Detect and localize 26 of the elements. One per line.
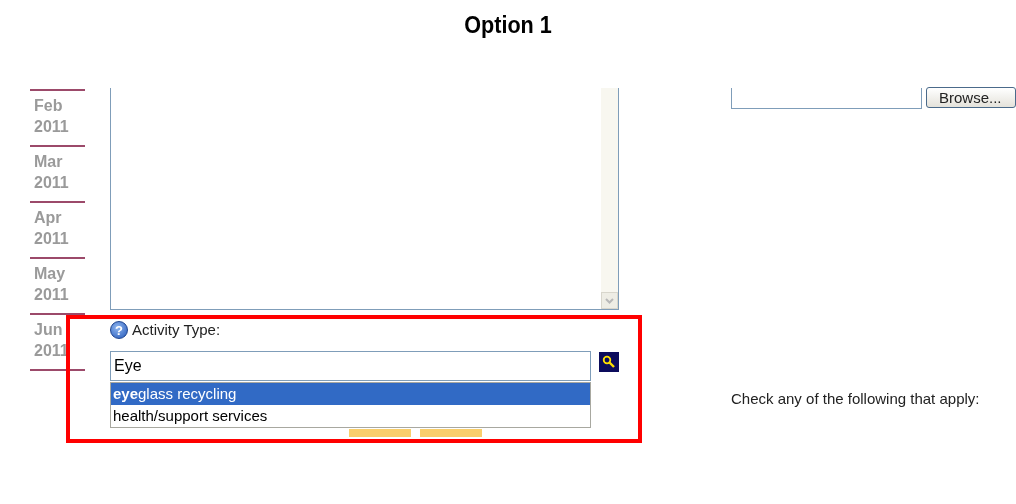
partial-button[interactable] [349, 428, 411, 437]
year-label[interactable]: 2011 [34, 116, 69, 137]
page-title: Option 1 [463, 10, 553, 40]
text-area[interactable] [110, 88, 619, 310]
scrollbar[interactable] [601, 88, 618, 309]
year-label[interactable]: 2011 [34, 284, 69, 305]
suggestion-item[interactable]: health/support services [111, 404, 590, 427]
help-icon[interactable]: ? [110, 321, 128, 340]
month-label[interactable]: May [34, 263, 66, 284]
browse-button[interactable]: Browse... [926, 87, 1016, 108]
search-button[interactable] [599, 351, 619, 372]
month-label[interactable]: Jun [34, 319, 63, 340]
file-path-field[interactable] [731, 88, 922, 109]
year-label[interactable]: 2011 [34, 228, 69, 249]
month-label[interactable]: Feb [34, 95, 63, 116]
partial-button[interactable] [420, 428, 482, 437]
month-label[interactable]: Apr [34, 207, 62, 228]
suggestion-item[interactable]: eyeglass recycling [111, 382, 590, 405]
checklist-prompt: Check any of the following that apply: [731, 389, 981, 409]
month-label[interactable]: Mar [34, 151, 63, 172]
year-label[interactable]: 2011 [34, 172, 69, 193]
field-label: Activity Type: [132, 320, 221, 340]
chevron-down-icon[interactable] [601, 292, 618, 309]
year-label[interactable]: 2011 [34, 340, 69, 361]
activity-type-field[interactable]: Eye [110, 350, 591, 381]
search-icon [602, 354, 616, 369]
